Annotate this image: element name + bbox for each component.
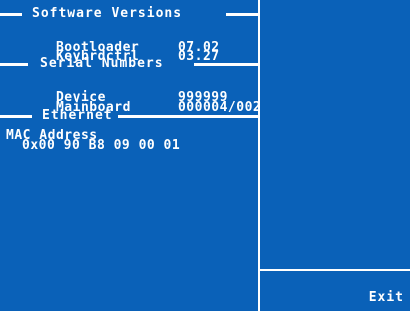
ethernet-title: Ethernet [42, 108, 113, 123]
header-bar-left [0, 13, 22, 16]
serial-numbers-header: Serial Numbers [0, 56, 258, 72]
header-bar-right [118, 115, 258, 118]
info-panel: Software Versions Bootloader 07.02 Keybrd… [0, 0, 261, 311]
software-versions-header: Software Versions [0, 6, 258, 22]
serial-numbers-title: Serial Numbers [40, 56, 164, 71]
header-bar-left [0, 63, 28, 66]
system-info-screen: Software Versions Bootloader 07.02 Keybrd… [0, 0, 410, 311]
side-panel-divider [260, 269, 410, 271]
header-bar-right [194, 63, 258, 66]
ethernet-header: Ethernet [0, 108, 258, 124]
header-bar-right [226, 13, 258, 16]
mac-address-value: 0x00 90 B8 09 00 01 [22, 138, 181, 153]
side-panel [260, 0, 410, 311]
exit-button[interactable]: Exit [369, 291, 404, 305]
software-versions-title: Software Versions [32, 6, 183, 21]
header-bar-left [0, 115, 32, 118]
